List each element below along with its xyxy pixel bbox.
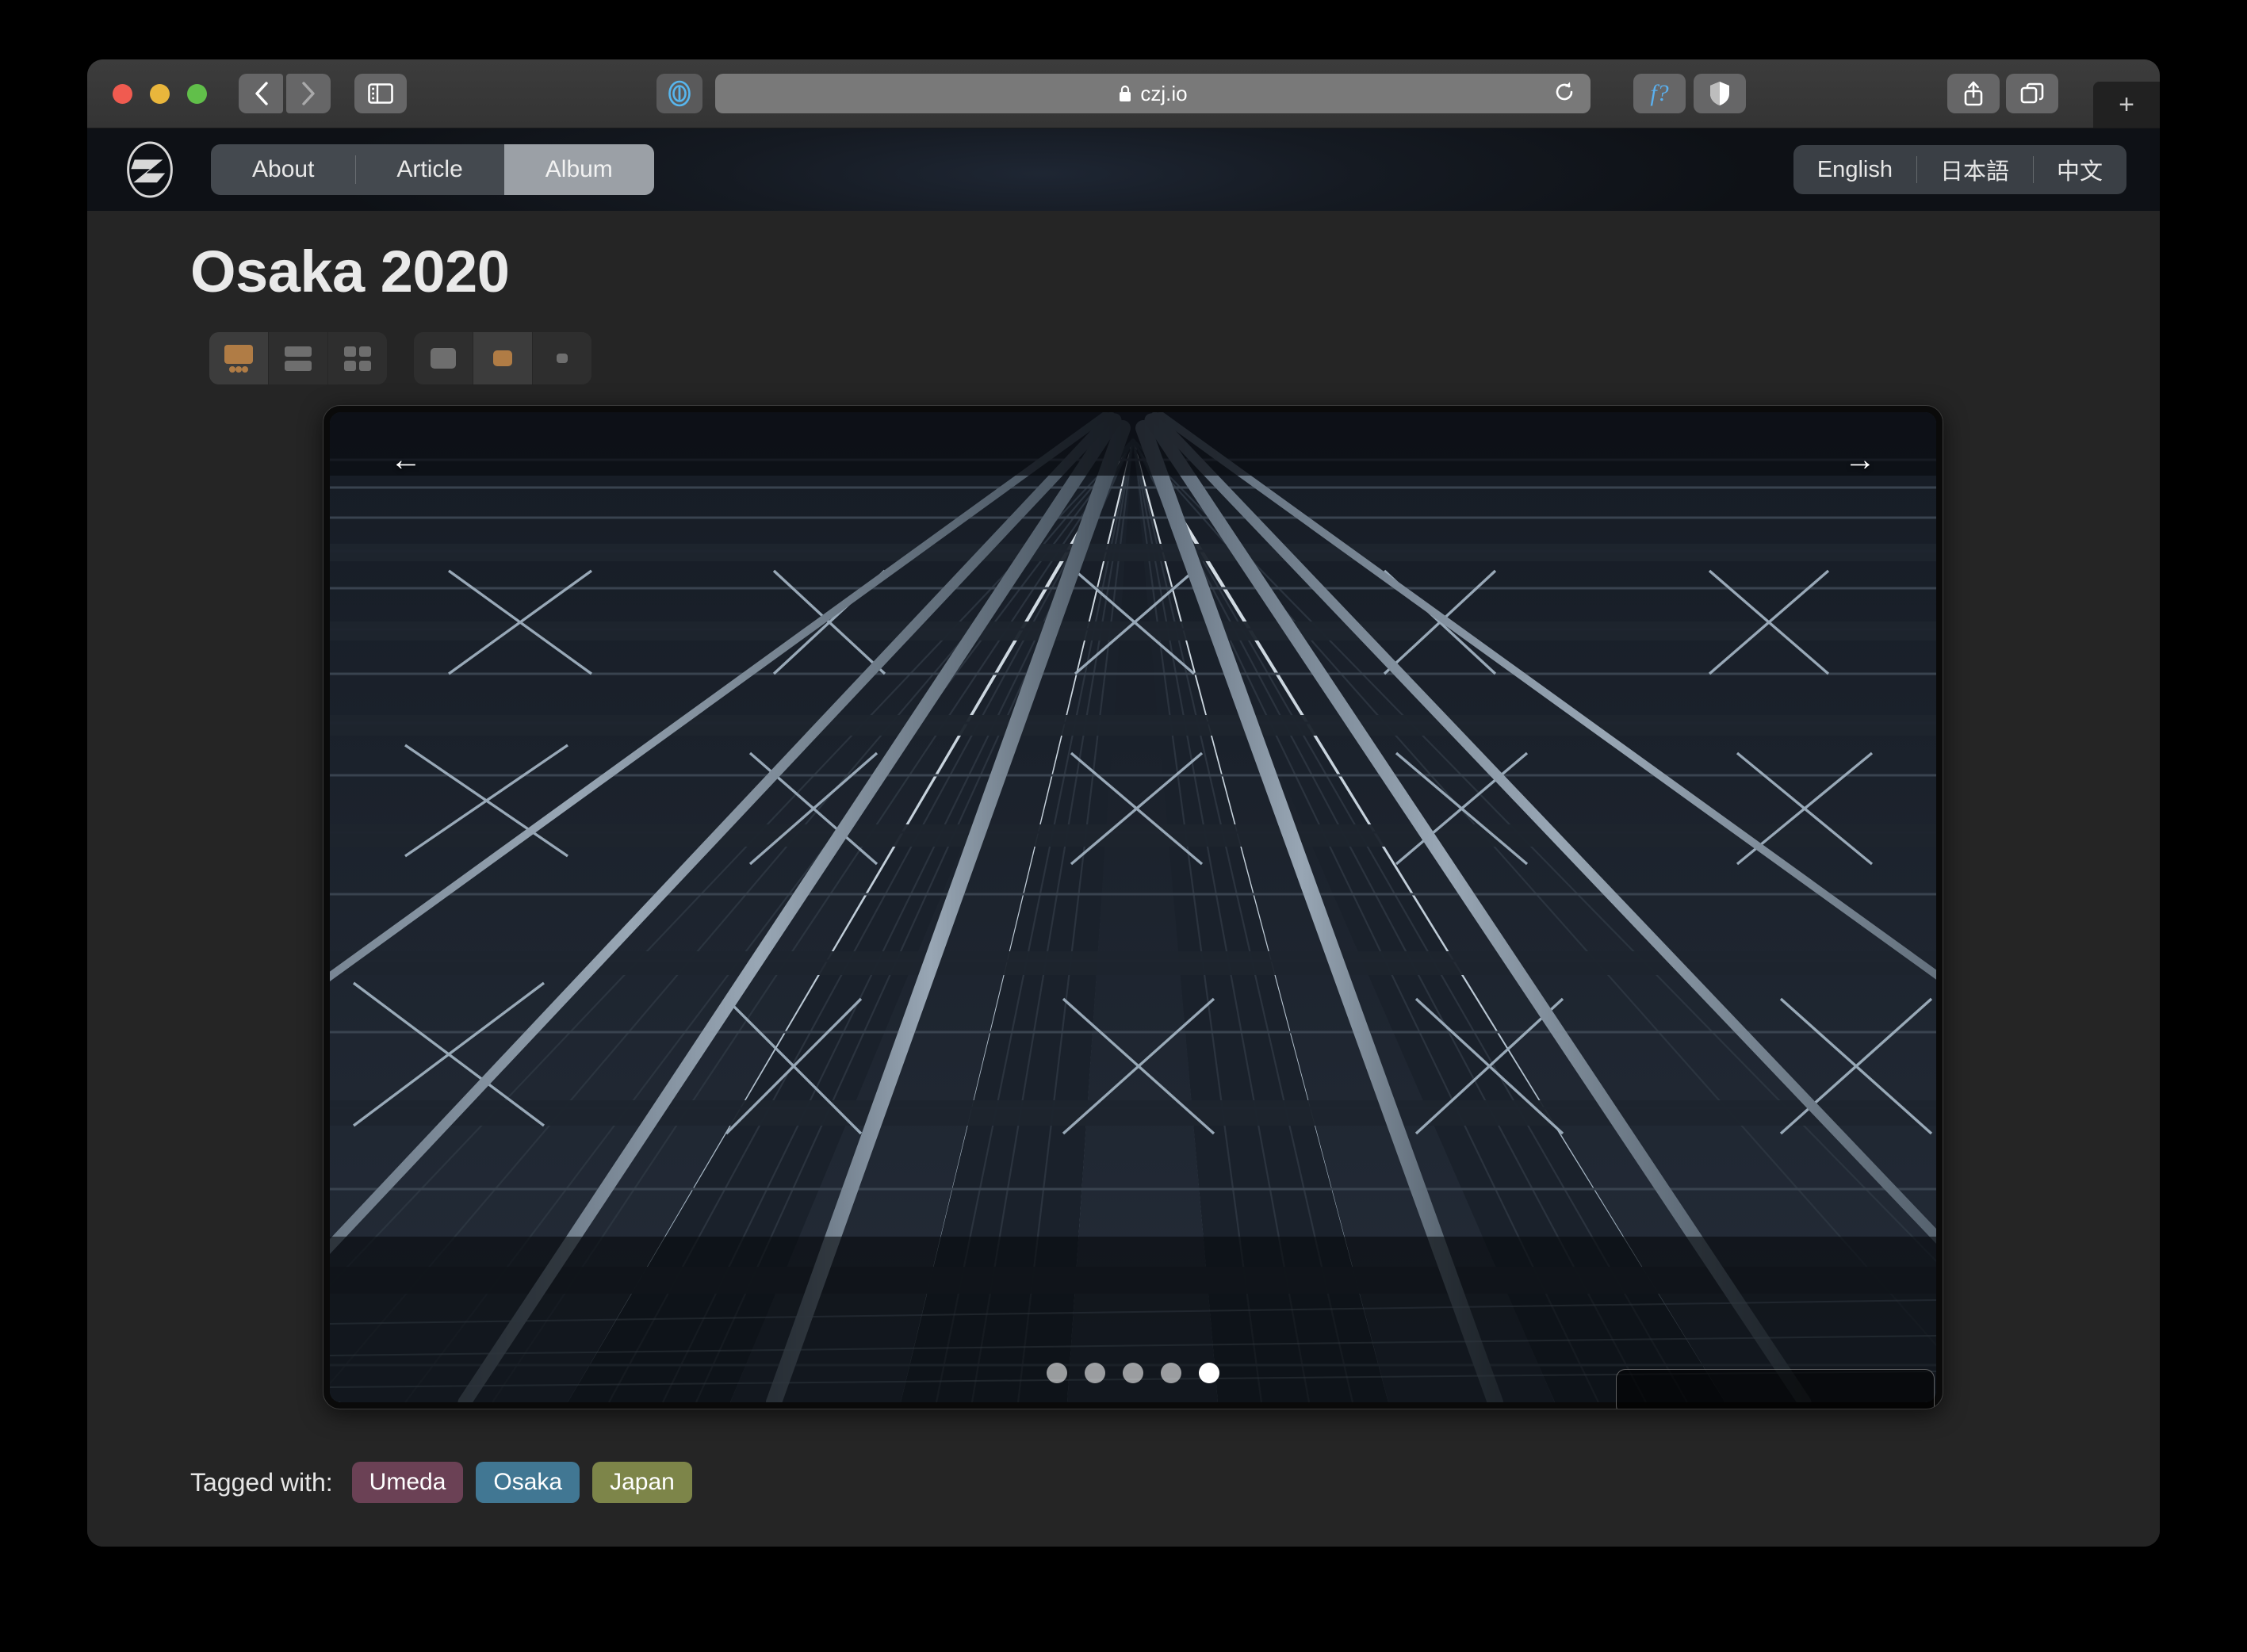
- browser-toolbar: czj.io f?: [87, 59, 2160, 128]
- password-manager-button[interactable]: [656, 74, 702, 113]
- roof-truss-photograph: [330, 412, 1936, 1402]
- new-tab-button[interactable]: +: [2093, 82, 2160, 128]
- layout-carousel-button[interactable]: [209, 332, 268, 384]
- carousel-dot-4[interactable]: [1161, 1363, 1181, 1383]
- back-button[interactable]: [239, 74, 283, 113]
- carousel-next-button[interactable]: →: [1844, 444, 1876, 476]
- share-icon: [1962, 80, 1985, 107]
- page-title: Osaka 2020: [190, 238, 2160, 305]
- grid-view-icon: [340, 342, 375, 374]
- photo-carousel[interactable]: ← →: [323, 405, 1943, 1409]
- list-view-icon: [281, 342, 316, 374]
- language-label-chinese: 中文: [2057, 153, 2103, 186]
- carousel-dot-5[interactable]: [1199, 1363, 1219, 1383]
- language-chinese[interactable]: 中文: [2033, 145, 2126, 194]
- tab-overview-icon: [2020, 82, 2044, 105]
- reload-button[interactable]: [1552, 80, 1576, 108]
- tag-japan[interactable]: Japan: [592, 1462, 692, 1503]
- nav-label-article: Article: [396, 156, 462, 183]
- toolbar-right-buttons: [1947, 74, 2058, 113]
- language-switcher: English 日本語 中文: [1793, 145, 2126, 194]
- carousel-dot-2[interactable]: [1085, 1363, 1105, 1383]
- size-small-button[interactable]: [532, 332, 591, 384]
- tag-list: Tagged with: Umeda Osaka Japan: [190, 1462, 2160, 1503]
- language-label-japanese: 日本語: [1940, 153, 2009, 186]
- maximize-window-button[interactable]: [187, 84, 207, 104]
- album-content: Osaka 2020: [87, 238, 2160, 1503]
- nav-item-article[interactable]: Article: [355, 144, 503, 195]
- page-content: About Article Album English 日本語 中文: [87, 128, 2160, 1547]
- new-tab-label: +: [2119, 90, 2134, 120]
- nav-label-about: About: [252, 156, 314, 183]
- nav-label-album: Album: [545, 156, 613, 183]
- photo-caption-box: [1616, 1369, 1935, 1409]
- carousel-view-icon: [221, 342, 256, 374]
- tags-label: Tagged with:: [190, 1468, 333, 1497]
- site-nav: About Article Album: [211, 144, 654, 195]
- sidebar-toggle-button[interactable]: [354, 74, 407, 113]
- carousel-dot-3[interactable]: [1123, 1363, 1143, 1383]
- z-monogram-logo[interactable]: [121, 140, 179, 199]
- tag-umeda[interactable]: Umeda: [352, 1462, 464, 1503]
- lock-icon: [1118, 84, 1132, 103]
- size-large-button[interactable]: [414, 332, 473, 384]
- window-controls: [113, 84, 207, 104]
- browser-window: czj.io f?: [87, 59, 2160, 1547]
- language-english[interactable]: English: [1793, 145, 1916, 194]
- close-window-button[interactable]: [113, 84, 132, 104]
- carousel-dot-1[interactable]: [1047, 1363, 1067, 1383]
- carousel-prev-label: ←: [390, 442, 422, 477]
- formula-icon: f?: [1650, 80, 1668, 107]
- size-medium-button[interactable]: [473, 332, 532, 384]
- share-button[interactable]: [1947, 74, 2000, 113]
- nav-item-about[interactable]: About: [211, 144, 355, 195]
- tab-overview-button[interactable]: [2006, 74, 2058, 113]
- chevron-left-icon: [253, 81, 269, 106]
- address-bar-area: czj.io: [656, 74, 1591, 113]
- privacy-shield-icon: [1709, 81, 1731, 106]
- carousel-photo: [330, 412, 1936, 1402]
- address-bar[interactable]: czj.io: [715, 74, 1591, 113]
- extension-buttons: f?: [1633, 74, 1746, 113]
- url-display: czj.io: [1118, 82, 1187, 106]
- chevron-right-icon: [300, 81, 316, 106]
- language-label-english: English: [1817, 157, 1893, 183]
- size-mode-group: [414, 332, 591, 384]
- reload-icon: [1552, 80, 1576, 104]
- site-header: About Article Album English 日本語 中文: [87, 128, 2160, 211]
- password-manager-icon: [668, 80, 691, 107]
- size-small-icon: [545, 342, 580, 374]
- view-controls: [209, 332, 2160, 384]
- tag-osaka[interactable]: Osaka: [476, 1462, 580, 1503]
- size-large-icon: [426, 342, 461, 374]
- sidebar-icon: [368, 83, 393, 104]
- layout-list-button[interactable]: [268, 332, 327, 384]
- carousel-prev-button[interactable]: ←: [390, 444, 422, 476]
- layout-mode-group: [209, 332, 387, 384]
- layout-grid-button[interactable]: [327, 332, 387, 384]
- carousel-pagination: [1047, 1363, 1219, 1383]
- forward-button[interactable]: [286, 74, 331, 113]
- formula-extension-button[interactable]: f?: [1633, 74, 1686, 113]
- url-text: czj.io: [1140, 82, 1187, 106]
- navigation-buttons: [239, 74, 331, 113]
- nav-item-album[interactable]: Album: [504, 144, 654, 195]
- carousel-next-label: →: [1844, 442, 1876, 477]
- privacy-report-button[interactable]: [1694, 74, 1746, 113]
- language-japanese[interactable]: 日本語: [1916, 145, 2033, 194]
- minimize-window-button[interactable]: [150, 84, 170, 104]
- size-medium-icon: [485, 342, 520, 374]
